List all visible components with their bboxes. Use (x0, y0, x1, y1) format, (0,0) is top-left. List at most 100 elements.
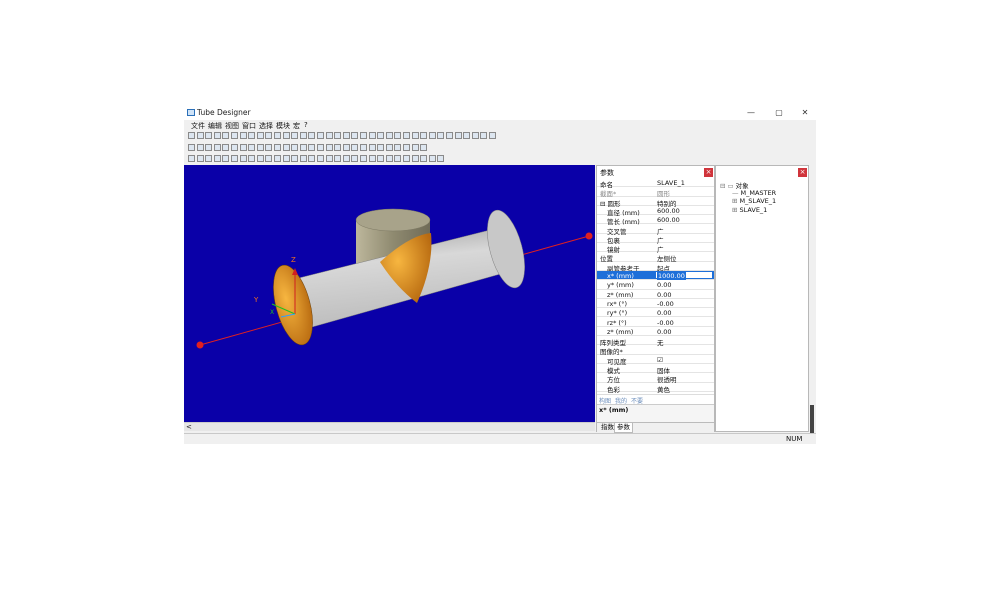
toolbar-button-icon[interactable] (256, 144, 264, 151)
menu-help[interactable]: ? (304, 121, 308, 129)
param-value[interactable]: -0.00 (657, 319, 674, 327)
toolbar-button-icon[interactable] (317, 132, 324, 139)
toolbar-button-icon[interactable] (265, 132, 273, 139)
param-value[interactable]: 600.00 (657, 216, 680, 224)
menu-window[interactable]: 窗口 (242, 121, 256, 131)
param-row[interactable]: 图像的* (597, 345, 714, 356)
toolbar-button-icon[interactable] (222, 144, 230, 151)
toolbar-button-icon[interactable] (291, 132, 299, 139)
toolbar-button-icon[interactable] (342, 144, 350, 151)
toolbar-button-icon[interactable] (274, 144, 281, 151)
param-row[interactable]: x* (mm) 1000.00 (597, 271, 714, 281)
toolbar-button-icon[interactable] (325, 155, 333, 162)
param-value[interactable]: 1000.00 (657, 272, 686, 280)
toolbar-button-icon[interactable] (428, 132, 436, 139)
param-row[interactable]: 色彩 黄色 (597, 383, 714, 394)
toolbar-button-icon[interactable] (308, 144, 316, 151)
toolbar-button-icon[interactable] (248, 155, 256, 162)
menu-module[interactable]: 模块 (276, 121, 290, 131)
toolbar-button-icon[interactable] (239, 132, 247, 139)
toolbar-button-icon[interactable] (385, 132, 393, 139)
toolbar-button-icon[interactable] (196, 144, 204, 151)
toolbar-button-icon[interactable] (231, 144, 238, 151)
toolbar-button-icon[interactable] (420, 155, 428, 162)
parameters-panel-close-button[interactable]: × (704, 168, 713, 177)
toolbar-button-icon[interactable] (368, 132, 376, 139)
toolbar-button-icon[interactable] (377, 144, 385, 151)
tree-expander-icon[interactable]: ⊞ (732, 206, 737, 214)
toolbar-button-icon[interactable] (454, 132, 462, 139)
toolbar-button-icon[interactable] (368, 155, 376, 162)
toolbar-button-icon[interactable] (334, 132, 342, 139)
toolbar-button-icon[interactable] (291, 155, 299, 162)
close-button[interactable]: ✕ (794, 106, 816, 120)
objects-panel-close-button[interactable]: × (798, 168, 807, 177)
scroll-left-arrow-icon[interactable]: < (186, 423, 192, 431)
param-row[interactable]: ry* (°) 0.00 (597, 308, 714, 318)
menu-edit[interactable]: 编辑 (208, 121, 222, 131)
toolbar-button-icon[interactable] (377, 132, 385, 139)
toolbar-button-icon[interactable] (360, 132, 367, 139)
tree-item[interactable]: ⊞ SLAVE_1 (732, 206, 767, 214)
toolbar-button-icon[interactable] (222, 132, 230, 139)
param-row[interactable]: z* (mm) 0.00 (597, 327, 714, 337)
tree-item-label[interactable]: SLAVE_1 (739, 206, 767, 214)
toolbar-button-icon[interactable] (342, 132, 350, 139)
param-row[interactable]: 副管参考于 起点 (597, 262, 714, 273)
param-value[interactable]: 0.00 (657, 309, 671, 317)
param-value[interactable]: 0.00 (657, 328, 671, 336)
toolbar-button-icon[interactable] (188, 155, 195, 162)
param-value[interactable]: SLAVE_1 (657, 179, 685, 187)
toolbar-button-icon[interactable] (308, 155, 316, 162)
toolbar-button-icon[interactable] (411, 132, 419, 139)
toolbar-button-icon[interactable] (205, 144, 213, 151)
menu-select[interactable]: 选择 (259, 121, 273, 131)
toolbar-button-icon[interactable] (265, 155, 273, 162)
toolbar-button-icon[interactable] (403, 155, 410, 162)
start-point-handle[interactable] (196, 341, 204, 349)
toolbar-button-icon[interactable] (239, 144, 247, 151)
param-row[interactable]: 可见度 ☑ (597, 355, 714, 366)
toolbar-button-icon[interactable] (334, 144, 342, 151)
param-row[interactable]: z* (mm) 0.00 (597, 290, 714, 299)
toolbar-button-icon[interactable] (274, 155, 281, 162)
toolbar-button-icon[interactable] (299, 155, 307, 162)
toolbar-button-icon[interactable] (489, 132, 496, 139)
tree-item[interactable]: — M_MASTER (732, 189, 776, 197)
toolbar-button-icon[interactable] (222, 155, 230, 162)
toolbar-button-icon[interactable] (351, 132, 359, 139)
toolbar-button-icon[interactable] (471, 132, 479, 139)
param-row[interactable]: rz* (°) -0.00 (597, 318, 714, 327)
param-row[interactable]: 阵列类型无 (597, 336, 714, 347)
toolbar-button-icon[interactable] (385, 144, 393, 151)
param-row[interactable]: rx* (°) -0.00 (597, 299, 714, 309)
toolbar-button-icon[interactable] (377, 155, 385, 162)
toolbar-button-icon[interactable] (299, 144, 307, 151)
maximize-button[interactable]: ▢ (768, 106, 790, 120)
toolbar-button-icon[interactable] (368, 144, 376, 151)
toolbar-button-icon[interactable] (256, 132, 264, 139)
toolbar-button-icon[interactable] (325, 132, 333, 139)
minimize-button[interactable]: — (740, 106, 762, 120)
3d-scene[interactable]: Z Y X (184, 165, 595, 422)
param-value[interactable]: 黄色 (657, 384, 670, 394)
param-row[interactable]: 位置 左侧位 (597, 252, 714, 263)
toolbar-button-icon[interactable] (196, 155, 204, 162)
param-row[interactable]: 交叉管广 (597, 225, 714, 236)
toolbar-button-icon[interactable] (420, 144, 428, 151)
toolbar-button-icon[interactable] (291, 144, 299, 151)
end-point-handle[interactable] (585, 232, 593, 240)
toolbar-button-icon[interactable] (411, 155, 419, 162)
toolbar-button-icon[interactable] (282, 155, 290, 162)
toolbar-button-icon[interactable] (428, 155, 436, 162)
param-value[interactable]: 0.00 (657, 291, 671, 299)
param-value[interactable]: 600.00 (657, 207, 680, 215)
toolbar-button-icon[interactable] (282, 132, 290, 139)
toolbar-button-icon[interactable] (188, 144, 195, 151)
tree-item[interactable]: ⊞ M_SLAVE_1 (732, 197, 776, 205)
param-value[interactable]: 0.00 (657, 281, 671, 289)
toolbar-button-icon[interactable] (334, 155, 342, 162)
toolbar-button-icon[interactable] (351, 144, 359, 151)
toolbar-button-icon[interactable] (248, 132, 256, 139)
param-row[interactable]: 命名 SLAVE_1 (597, 178, 714, 189)
